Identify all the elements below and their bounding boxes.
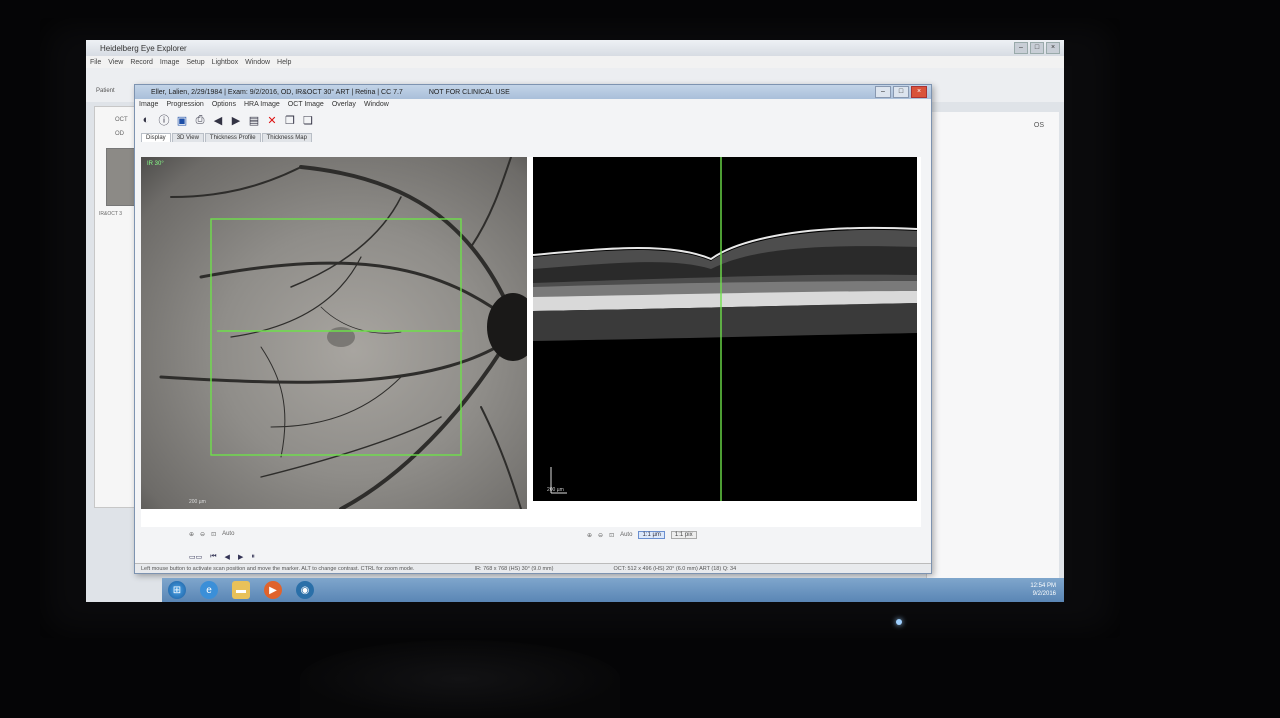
first-scan-icon[interactable]: ⏮ <box>210 553 216 561</box>
outer-menu-bar: File View Record Image Setup Lightbox Wi… <box>86 56 1064 68</box>
paste-icon[interactable]: ❏ <box>301 113 315 127</box>
close-button[interactable]: × <box>1046 42 1060 54</box>
zoom-fit-icon[interactable]: ⊡ <box>609 532 614 539</box>
fundus-scale-label: 200 µm <box>189 499 206 505</box>
status-oct-info: OCT: 512 x 496 (HS) 20° (6.0 mm) ART (18… <box>613 565 737 572</box>
screen: Heidelberg Eye Explorer – □ × File View … <box>86 40 1064 602</box>
menu-setup[interactable]: Setup <box>186 59 204 66</box>
scan-navigation: ▭▭ ⏮ ◀ ▶ ⏸ <box>189 553 255 561</box>
contrast-icon[interactable]: ◐ <box>139 113 153 127</box>
minimize-button[interactable]: – <box>1014 42 1028 54</box>
fundus-image[interactable]: IR 30° 200 µm <box>141 157 527 509</box>
exam-maximize-button[interactable]: □ <box>893 86 909 98</box>
os-label: OS <box>1033 122 1044 129</box>
delete-icon[interactable]: ✕ <box>265 113 279 127</box>
play-icon[interactable]: ▶ <box>238 553 243 561</box>
maximize-button[interactable]: □ <box>1030 42 1044 54</box>
tab-display[interactable]: Display <box>141 133 171 142</box>
oct-layers <box>533 157 917 501</box>
od-label: OD <box>115 131 124 137</box>
menu-oct-image[interactable]: OCT Image <box>288 101 324 108</box>
menu-window[interactable]: Window <box>364 101 389 108</box>
menu-image[interactable]: Image <box>160 59 179 66</box>
fundus-mode-label: IR 30° <box>147 161 164 167</box>
exam-close-button[interactable]: × <box>911 86 927 98</box>
folder-icon[interactable]: ▬ <box>232 581 250 599</box>
menu-window[interactable]: Window <box>245 59 270 66</box>
menu-help[interactable]: Help <box>277 59 291 66</box>
oct-zoom-select[interactable]: Auto <box>620 532 632 538</box>
menu-lightbox[interactable]: Lightbox <box>212 59 238 66</box>
start-button[interactable]: ⊞ <box>168 581 186 599</box>
status-ir-info: IR: 768 x 768 (HS) 30° (9.0 mm) <box>474 565 554 572</box>
exam-minimize-button[interactable]: – <box>875 86 891 98</box>
taskbar: ⊞ e ▬ ▶ ◉ 12:54 PM 9/2/2016 <box>162 578 1064 602</box>
status-hint: Left mouse button to activate scan posit… <box>141 565 415 572</box>
fundus-zoom-controls: ⊕ ⊖ ⊡ Auto <box>189 531 234 538</box>
menu-options[interactable]: Options <box>212 101 236 108</box>
thumb-label: IR&OCT 3 <box>99 211 122 217</box>
prev-scan-icon[interactable]: ◀ <box>225 553 230 561</box>
exam-window-title: Eller, Lalien, 2/29/1984 | Exam: 9/2/201… <box>135 85 931 99</box>
info-icon[interactable]: ⓘ <box>157 113 171 127</box>
zoom-fit-icon[interactable]: ⊡ <box>211 531 216 538</box>
not-clinical-label: NOT FOR CLINICAL USE <box>428 88 510 96</box>
zoom-out-icon[interactable]: ⊖ <box>200 531 205 538</box>
menu-progression[interactable]: Progression <box>166 101 203 108</box>
power-led <box>896 619 902 625</box>
tab-thickness-profile[interactable]: Thickness Profile <box>204 133 261 142</box>
scale-pix-button[interactable]: 1:1 pix <box>670 531 697 539</box>
menu-record[interactable]: Record <box>130 59 153 66</box>
view-tabs: Display 3D View Thickness Profile Thickn… <box>135 130 931 142</box>
copy-icon[interactable]: ❐ <box>283 113 297 127</box>
media-player-icon[interactable]: ▶ <box>264 581 282 599</box>
eye-explorer-icon[interactable]: ◉ <box>296 581 314 599</box>
back-arrow-icon[interactable]: ◀ <box>211 113 225 127</box>
image-area: IR 30° 200 µm 200 µm <box>141 157 921 527</box>
pause-icon[interactable]: ⏸ <box>251 553 255 561</box>
monitor-stand <box>300 640 620 718</box>
ie-icon[interactable]: e <box>200 581 218 599</box>
oct-bscan[interactable]: 200 µm <box>533 157 917 501</box>
exam-menu-bar: Image Progression Options HRA Image OCT … <box>135 99 931 110</box>
clock-date[interactable]: 9/2/2016 <box>1030 590 1056 598</box>
exam-title-text: Eller, Lalien, 2/29/1984 | Exam: 9/2/201… <box>151 88 403 96</box>
right-panel <box>926 112 1059 602</box>
patient-label[interactable]: Patient <box>96 88 115 94</box>
save-icon[interactable]: ▣ <box>175 113 189 127</box>
system-tray: 12:54 PM 9/2/2016 <box>1030 582 1056 598</box>
clock-time[interactable]: 12:54 PM <box>1030 582 1056 590</box>
print-icon[interactable]: ⎙ <box>193 113 207 127</box>
outer-window-title: Heidelberg Eye Explorer – □ × <box>86 40 1064 56</box>
scale-um-button[interactable]: 1:1 µm <box>638 531 665 539</box>
menu-file[interactable]: File <box>90 59 101 66</box>
layout-icon[interactable]: ▭▭ <box>189 553 202 561</box>
status-bar: Left mouse button to activate scan posit… <box>135 563 931 573</box>
oct-scale-label: 200 µm <box>547 487 564 493</box>
report-icon[interactable]: ▤ <box>247 113 261 127</box>
zoom-out-icon[interactable]: ⊖ <box>598 532 603 539</box>
forward-arrow-icon[interactable]: ▶ <box>229 113 243 127</box>
oct-zoom-controls: ⊕ ⊖ ⊡ Auto 1:1 µm 1:1 pix <box>587 531 697 539</box>
tab-thickness-map[interactable]: Thickness Map <box>261 133 312 142</box>
zoom-in-icon[interactable]: ⊕ <box>587 532 592 539</box>
menu-view[interactable]: View <box>108 59 123 66</box>
fundus-vessels <box>159 157 527 509</box>
zoom-in-icon[interactable]: ⊕ <box>189 531 194 538</box>
exam-toolbar: ◐ ⓘ ▣ ⎙ ◀ ▶ ▤ ✕ ❐ ❏ <box>135 110 931 130</box>
tab-3d-view[interactable]: 3D View <box>171 133 204 142</box>
menu-overlay[interactable]: Overlay <box>332 101 356 108</box>
menu-hra-image[interactable]: HRA Image <box>244 101 280 108</box>
oct-label: OCT <box>115 117 128 123</box>
exam-window: Eller, Lalien, 2/29/1984 | Exam: 9/2/201… <box>134 84 932 574</box>
menu-image[interactable]: Image <box>139 101 158 108</box>
outer-title-text: Heidelberg Eye Explorer <box>100 43 187 53</box>
fundus-zoom-select[interactable]: Auto <box>222 531 234 538</box>
